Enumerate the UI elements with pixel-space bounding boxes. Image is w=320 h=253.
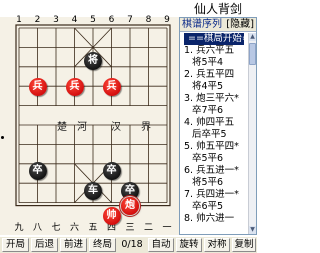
move-list-item[interactable]: 将5平4 bbox=[180, 57, 248, 69]
black-piece[interactable]: 卒 bbox=[28, 161, 47, 180]
move-list-start[interactable]: ==棋局开始== bbox=[184, 33, 248, 45]
rotate-board-button[interactable]: 旋转 bbox=[176, 238, 202, 252]
puzzle-title: 仙人背剑 bbox=[194, 2, 243, 16]
move-list[interactable]: ==棋局开始==1. 兵六平五将5平42. 兵五平四将4平53. 炮三平六*卒7… bbox=[180, 33, 248, 234]
river-label: 界 bbox=[141, 122, 151, 133]
move-record-panel: 棋谱序列 [隐藏] ==棋局开始==1. 兵六平五将5平42. 兵五平四将4平5… bbox=[179, 17, 257, 235]
last-move-button[interactable]: 终局 bbox=[89, 238, 116, 252]
move-list-item[interactable]: 1. 兵六平五 bbox=[180, 45, 248, 57]
hide-panel-link[interactable]: [隐藏] bbox=[226, 19, 254, 30]
red-piece[interactable]: 兵 bbox=[28, 78, 47, 97]
move-list-item[interactable]: 8. 帅六进一 bbox=[180, 213, 248, 225]
scroll-thumb[interactable] bbox=[249, 43, 256, 65]
move-list-item[interactable]: 将4平5 bbox=[180, 81, 248, 93]
river-label: 汉 bbox=[111, 122, 121, 133]
move-list-item[interactable]: 卒5平6 bbox=[180, 153, 248, 165]
scroll-down-arrow-icon[interactable]: ▼ bbox=[249, 226, 256, 234]
step-forward-button[interactable]: 前进 bbox=[60, 238, 87, 252]
river-label: 楚 bbox=[57, 122, 67, 133]
move-record-header: 棋谱序列 [隐藏] bbox=[180, 18, 256, 32]
move-list-item[interactable]: 后卒平5 bbox=[180, 129, 248, 141]
red-piece[interactable]: 兵 bbox=[102, 78, 121, 97]
chess-board[interactable]: 123456789 九八七六五四三二一 楚 河 汉 界 将兵兵兵卒卒车卒炮帅 bbox=[0, 15, 180, 235]
move-list-item[interactable]: 7. 兵四进一* bbox=[180, 189, 248, 201]
move-list-item[interactable]: 5. 帅五平四* bbox=[180, 141, 248, 153]
black-piece[interactable]: 卒 bbox=[102, 161, 121, 180]
black-piece[interactable]: 车 bbox=[84, 181, 102, 200]
move-list-scrollbar[interactable]: ▲ ▼ bbox=[248, 33, 256, 234]
red-piece[interactable]: 帅 bbox=[102, 207, 121, 226]
move-list-item[interactable]: 3. 炮三平六* bbox=[180, 93, 248, 105]
playback-toolbar: 开局 后退 前进 终局 0/18 自动 旋转 对称 复制 bbox=[0, 237, 257, 253]
step-back-button[interactable]: 后退 bbox=[31, 238, 58, 252]
mirror-board-button[interactable]: 对称 bbox=[204, 238, 230, 252]
scroll-up-arrow-icon[interactable]: ▲ bbox=[249, 33, 256, 41]
black-piece[interactable]: 将 bbox=[84, 51, 102, 70]
move-list-item[interactable]: 卒6平5 bbox=[180, 201, 248, 213]
first-move-button[interactable]: 开局 bbox=[2, 238, 29, 252]
move-counter: 0/18 bbox=[121, 239, 143, 250]
move-record-title: 棋谱序列 bbox=[182, 19, 222, 30]
move-list-item[interactable]: 将5平6 bbox=[180, 177, 248, 189]
move-list-item[interactable]: 4. 帅四平五 bbox=[180, 117, 248, 129]
copy-button[interactable]: 复制 bbox=[232, 238, 256, 252]
red-piece[interactable]: 兵 bbox=[65, 78, 84, 97]
move-list-item[interactable]: 6. 兵五进一* bbox=[180, 165, 248, 177]
auto-play-button[interactable]: 自动 bbox=[148, 238, 174, 252]
move-list-item[interactable]: 2. 兵五平四 bbox=[180, 69, 248, 81]
river-label: 河 bbox=[77, 122, 87, 133]
board-grid bbox=[15, 24, 171, 207]
move-list-item[interactable]: 卒7平6 bbox=[180, 105, 248, 117]
